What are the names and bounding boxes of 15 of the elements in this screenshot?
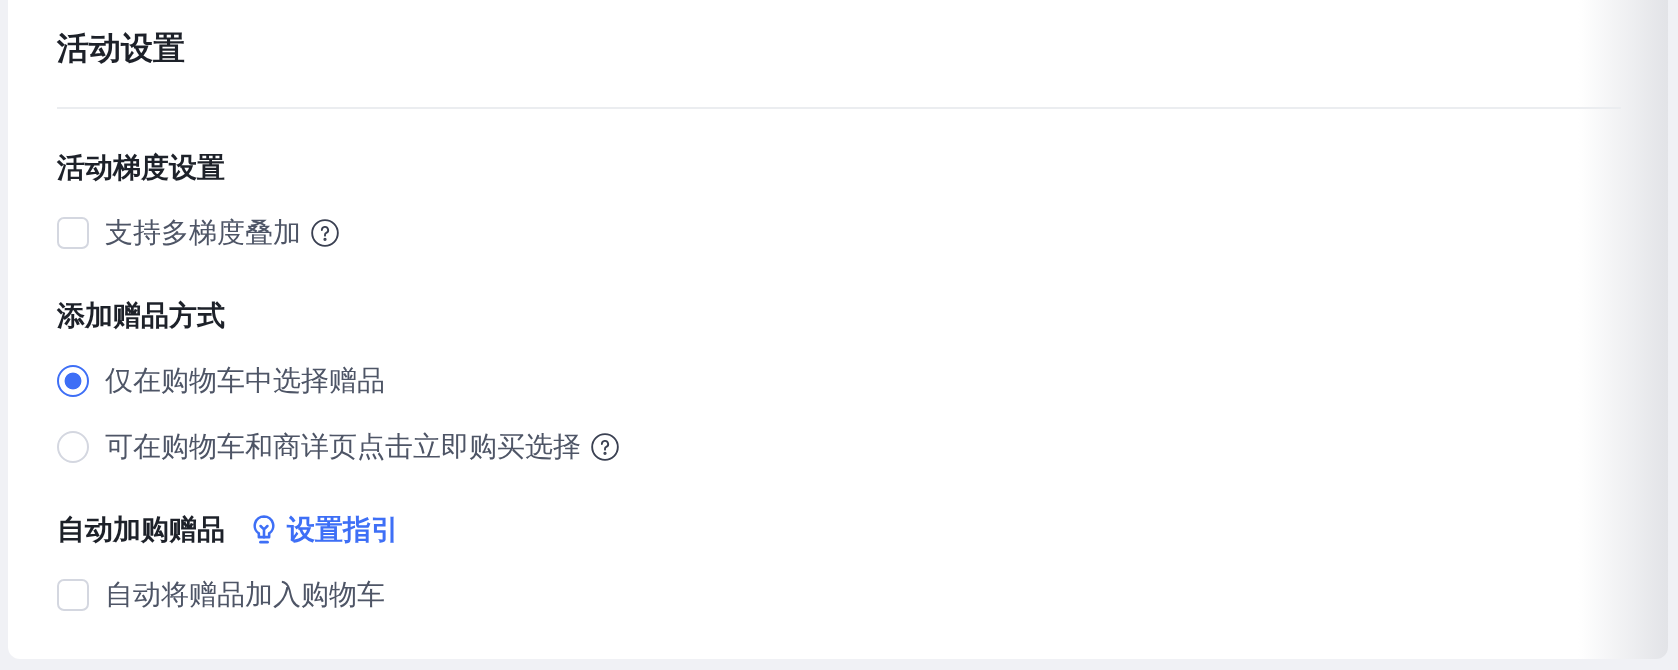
- option-label: 支持多梯度叠加: [105, 215, 301, 251]
- section-heading: 活动梯度设置: [57, 150, 225, 186]
- section-heading: 自动加购赠品: [57, 512, 225, 548]
- option-label: 自动将赠品加入购物车: [105, 577, 385, 613]
- option-label: 可在购物车和商详页点击立即购买选择: [105, 429, 581, 465]
- card-title: 活动设置: [57, 28, 185, 69]
- help-icon[interactable]: [591, 433, 619, 461]
- radio-button[interactable]: [57, 365, 89, 397]
- checkbox[interactable]: [57, 217, 89, 249]
- section-heading: 添加赠品方式: [57, 298, 225, 334]
- guide-link[interactable]: 设置指引: [253, 510, 399, 550]
- lightbulb-icon: [253, 515, 275, 545]
- checkbox[interactable]: [57, 579, 89, 611]
- help-icon[interactable]: [311, 219, 339, 247]
- option-label: 仅在购物车中选择赠品: [105, 363, 385, 399]
